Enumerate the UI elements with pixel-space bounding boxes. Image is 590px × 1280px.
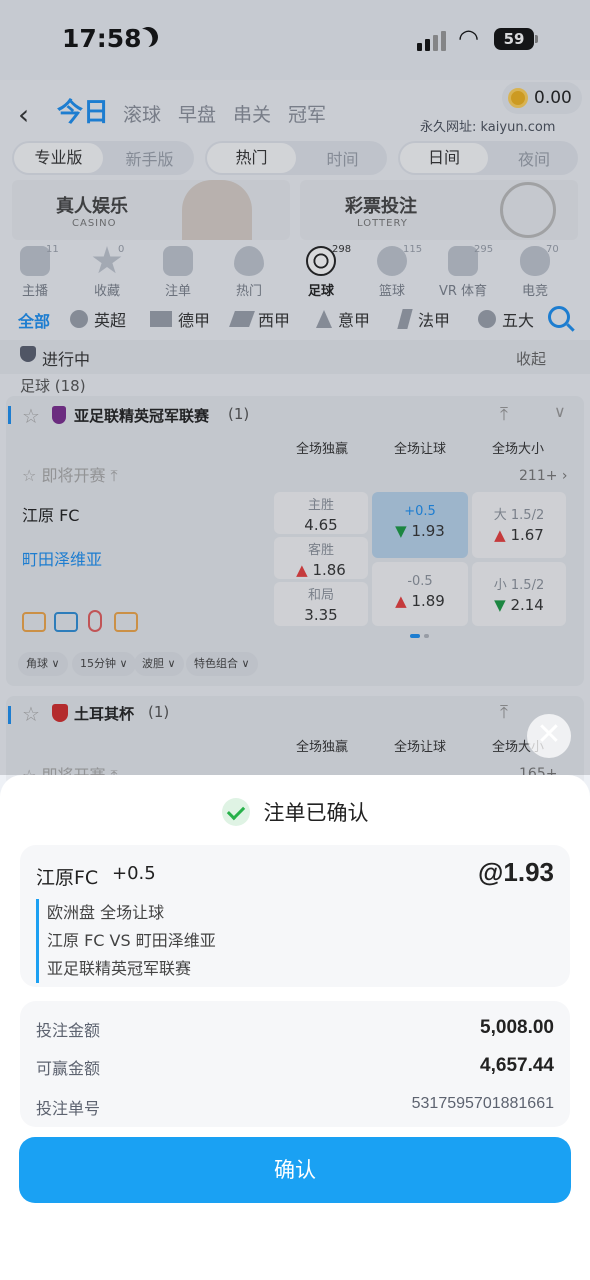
stake-row: 投注金额 5,008.00 — [36, 1017, 554, 1041]
bet-details: 欧洲盘 全场让球 江原 FC VS 町田泽维亚 亚足联精英冠军联赛 — [36, 899, 216, 983]
confirm-button[interactable]: 确认 — [19, 1137, 571, 1203]
bet-id-label: 投注单号 — [36, 1099, 101, 1118]
selection-team: 江原FC — [36, 867, 99, 889]
sheet-title: 注单已确认 — [263, 801, 369, 825]
modal-backdrop[interactable] — [0, 0, 590, 775]
bet-summary: 投注金额 5,008.00 可赢金额 4,657.44 投注单号 5317595… — [20, 1001, 570, 1127]
win-row: 可赢金额 4,657.44 — [36, 1055, 554, 1079]
bet-confirmation-sheet: 注单已确认 江原FC +0.5 @1.93 欧洲盘 全场让球 江原 FC VS … — [0, 775, 590, 1280]
stake-label: 投注金额 — [36, 1021, 101, 1040]
bet-id-value: 5317595701881661 — [411, 1095, 554, 1112]
selection-handicap: +0.5 — [112, 863, 156, 884]
close-icon[interactable]: ✕ — [527, 714, 571, 758]
bet-id-row: 投注单号 5317595701881661 — [36, 1095, 554, 1119]
check-circle-icon — [221, 798, 250, 826]
win-value: 4,657.44 — [480, 1055, 554, 1076]
bet-selection-card: 江原FC +0.5 @1.93 欧洲盘 全场让球 江原 FC VS 町田泽维亚 … — [20, 845, 570, 987]
competition-name: 亚足联精英冠军联赛 — [47, 959, 192, 978]
sheet-header: 注单已确认 — [0, 797, 590, 827]
stake-value: 5,008.00 — [480, 1017, 554, 1038]
selection-odds: @1.93 — [478, 857, 554, 887]
fixture-name: 江原 FC VS 町田泽维亚 — [47, 931, 216, 950]
win-label: 可赢金额 — [36, 1059, 101, 1078]
market-name: 欧洲盘 全场让球 — [47, 903, 165, 922]
